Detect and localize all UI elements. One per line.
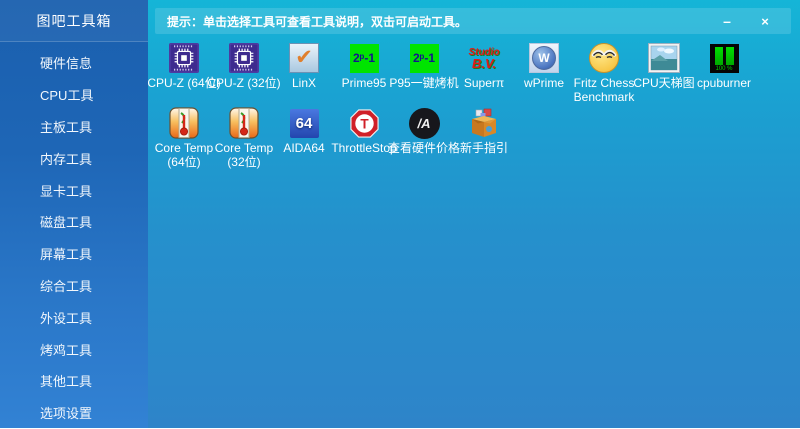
tool-coretemp-32[interactable]: Core Temp (32位)	[214, 107, 274, 169]
tool-label: Prime95	[341, 76, 387, 90]
sidebar-item-stresstest-tools[interactable]: 烤鸡工具	[0, 333, 148, 365]
sidebar-item-label: 其他工具	[40, 374, 93, 390]
tool-cpu-ladder[interactable]: CPU天梯图	[633, 42, 695, 91]
tool-superpi[interactable]: Studio B.V. Superπ	[454, 42, 514, 91]
sidebar-item-label: 硬件信息	[40, 56, 93, 72]
tool-linx[interactable]: ✔ LinX	[274, 42, 334, 91]
sidebar: 图吧工具箱 硬件信息 CPU工具 主板工具 内存工具 显卡工具 磁盘工具 屏幕工…	[0, 0, 148, 428]
mersenne-formula-icon: 2ᵖ-1	[348, 42, 380, 74]
svg-text:T: T	[360, 116, 369, 131]
sidebar-item-label: 屏幕工具	[40, 247, 93, 263]
thermometer-icon	[168, 107, 200, 139]
sidebar-item-other-tools[interactable]: 其他工具	[0, 365, 148, 397]
sidebar-item-label: CPU工具	[40, 88, 94, 104]
app-title: 图吧工具箱	[0, 0, 148, 42]
tool-newbie-guide[interactable]: 新手指引	[454, 107, 514, 156]
tool-coretemp-64[interactable]: Core Temp (64位)	[154, 107, 214, 169]
tool-label: ThrottleStop	[331, 141, 397, 155]
open-box-icon	[468, 107, 500, 139]
sidebar-item-label: 主板工具	[40, 119, 93, 135]
sidebar-item-cpu-tools[interactable]: CPU工具	[0, 79, 148, 111]
tool-label: 新手指引	[459, 141, 508, 155]
sidebar-item-label: 选项设置	[40, 406, 93, 422]
thermometer-icon	[228, 107, 260, 139]
tool-label: P95一键烤机	[389, 76, 459, 90]
tool-grid: CPU-Z (64位) CPU-Z (32位) ✔ LinX 2ᵖ-1 Prim…	[147, 42, 754, 172]
minimize-button[interactable]: –	[719, 14, 735, 28]
landscape-photo-icon	[648, 42, 680, 74]
cpuz-chip-icon	[168, 42, 200, 74]
sidebar-item-hardware-info[interactable]: 硬件信息	[0, 47, 148, 79]
tool-label: LinX	[291, 76, 317, 90]
tool-cpuz-64[interactable]: CPU-Z (64位)	[147, 42, 221, 91]
sidebar-item-label: 综合工具	[40, 278, 93, 294]
tool-label: cpuburner	[696, 76, 752, 90]
tool-label: AIDA64	[283, 141, 325, 155]
tool-p95-bake[interactable]: 2ᵖ-1 P95一键烤机	[389, 42, 459, 91]
tool-label: CPU-Z (32位)	[207, 76, 281, 90]
studio-bv-text-icon: Studio B.V.	[468, 47, 500, 71]
tool-row-1: CPU-Z (64位) CPU-Z (32位) ✔ LinX 2ᵖ-1 Prim…	[147, 42, 754, 107]
w-circle-icon: W	[528, 42, 560, 74]
tool-throttlestop[interactable]: T ThrottleStop	[331, 107, 397, 156]
header-bar: 提示：单击选择工具可查看工具说明，双击可启动工具。 – ×	[155, 8, 791, 34]
tip-text: 提示：单击选择工具可查看工具说明，双击可启动工具。	[167, 14, 468, 29]
sidebar-item-peripheral-tools[interactable]: 外设工具	[0, 301, 148, 333]
tool-label: 查看硬件价格	[388, 141, 461, 155]
slash-a-circle-icon: /A	[408, 107, 440, 139]
cpuz-chip-icon	[228, 42, 260, 74]
tool-hw-price[interactable]: /A 查看硬件价格	[388, 107, 460, 156]
sidebar-item-label: 内存工具	[40, 151, 93, 167]
main-panel: 提示：单击选择工具可查看工具说明，双击可启动工具。 – × CPU-Z (64位…	[147, 0, 800, 428]
close-button[interactable]: ×	[757, 15, 773, 28]
app-window: 图吧工具箱 硬件信息 CPU工具 主板工具 内存工具 显卡工具 磁盘工具 屏幕工…	[0, 0, 800, 428]
sidebar-item-settings[interactable]: 选项设置	[0, 397, 148, 429]
sidebar-item-screen-tools[interactable]: 屏幕工具	[0, 238, 148, 270]
sidebar-item-label: 磁盘工具	[40, 215, 93, 231]
tool-fritz-chess[interactable]: Fritz Chess Benchmark	[574, 42, 634, 104]
tool-prime95[interactable]: 2ᵖ-1 Prime95	[334, 42, 394, 91]
sidebar-item-gpu-tools[interactable]: 显卡工具	[0, 174, 148, 206]
tool-label: Core Temp (64位)	[154, 141, 214, 169]
aida64-icon: 64	[288, 107, 320, 139]
sidebar-item-label: 显卡工具	[40, 183, 93, 199]
tool-label: Core Temp (32位)	[214, 141, 274, 169]
smiley-face-icon	[588, 42, 620, 74]
window-controls: – ×	[719, 14, 779, 28]
tool-row-2: Core Temp (64位) Core Temp (32位) 64 AIDA6…	[154, 107, 754, 172]
sidebar-item-label: 外设工具	[40, 310, 93, 326]
checkmark-icon: ✔	[288, 42, 320, 74]
tool-label: Fritz Chess Benchmark	[573, 76, 635, 104]
tool-label: wPrime	[523, 76, 564, 90]
sidebar-item-motherboard-tools[interactable]: 主板工具	[0, 111, 148, 143]
stop-sign-icon: T	[348, 107, 380, 139]
tool-aida64[interactable]: 64 AIDA64	[274, 107, 334, 156]
sidebar-item-综合-tools[interactable]: 综合工具	[0, 270, 148, 302]
tool-cpuburner[interactable]: 100 % cpuburner	[694, 42, 754, 91]
sidebar-menu: 硬件信息 CPU工具 主板工具 内存工具 显卡工具 磁盘工具 屏幕工具 综合工具…	[0, 42, 148, 429]
tool-cpuz-32[interactable]: CPU-Z (32位)	[207, 42, 281, 91]
sidebar-item-disk-tools[interactable]: 磁盘工具	[0, 206, 148, 238]
mersenne-formula-icon: 2ᵖ-1	[408, 42, 440, 74]
tool-wprime[interactable]: W wPrime	[514, 42, 574, 91]
green-bars-icon: 100 %	[708, 42, 740, 74]
tool-label: Superπ	[463, 76, 505, 90]
sidebar-item-memory-tools[interactable]: 内存工具	[0, 142, 148, 174]
tool-label: CPU天梯图	[633, 76, 695, 90]
sidebar-item-label: 烤鸡工具	[40, 342, 93, 358]
